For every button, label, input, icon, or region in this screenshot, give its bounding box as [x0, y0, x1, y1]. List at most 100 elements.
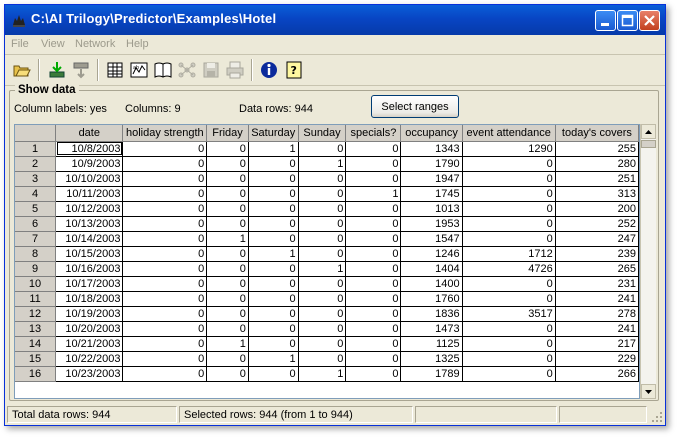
table-cell[interactable]: 0: [298, 186, 347, 202]
table-cell[interactable]: 266: [555, 366, 639, 382]
table-cell[interactable]: 0: [122, 141, 208, 157]
table-cell[interactable]: 10/16/2003: [55, 261, 124, 277]
table-cell[interactable]: 0: [462, 186, 556, 202]
table-cell[interactable]: 255: [555, 141, 639, 157]
book-icon[interactable]: [153, 60, 173, 80]
table-cell[interactable]: 0: [206, 141, 249, 157]
table-cell[interactable]: 0: [248, 291, 299, 307]
table-cell[interactable]: 0: [248, 366, 299, 382]
table-cell[interactable]: 0: [122, 186, 208, 202]
column-header[interactable]: occupancy: [400, 125, 463, 142]
table-cell[interactable]: 313: [555, 186, 639, 202]
table-cell[interactable]: 0: [345, 246, 402, 262]
print-icon[interactable]: [225, 60, 245, 80]
table-cell[interactable]: 0: [248, 306, 299, 322]
table-cell[interactable]: 1790: [400, 156, 463, 172]
table-row[interactable]: 16 10/23/2003 0 0 0 1 0 1789 0 266: [15, 366, 639, 382]
table-cell[interactable]: 1: [298, 261, 347, 277]
column-header[interactable]: Sunday: [298, 125, 347, 142]
table-cell[interactable]: 10/19/2003: [55, 306, 124, 322]
select-ranges-button[interactable]: Select ranges: [371, 95, 459, 118]
table-cell[interactable]: 1: [206, 231, 249, 247]
resize-grip-icon[interactable]: [651, 411, 663, 423]
table-cell[interactable]: 252: [555, 216, 639, 232]
corner-cell[interactable]: [15, 125, 57, 142]
table-cell[interactable]: 1: [248, 141, 299, 157]
title-bar[interactable]: C:\AI Trilogy\Predictor\Examples\Hotel: [5, 5, 665, 35]
table-cell[interactable]: 0: [206, 276, 249, 292]
info-icon[interactable]: [259, 60, 279, 80]
table-cell[interactable]: 1: [206, 336, 249, 352]
table-cell[interactable]: 278: [555, 306, 639, 322]
table-cell[interactable]: 10/22/2003: [55, 351, 124, 367]
table-row[interactable]: 15 10/22/2003 0 0 1 0 0 1325 0 229: [15, 351, 639, 367]
row-header[interactable]: 6: [15, 216, 57, 232]
table-cell[interactable]: 0: [206, 171, 249, 187]
table-cell[interactable]: 0: [122, 336, 208, 352]
help-icon[interactable]: ?: [284, 60, 304, 80]
table-cell[interactable]: 0: [298, 336, 347, 352]
table-cell[interactable]: 1290: [462, 141, 556, 157]
row-header[interactable]: 10: [15, 276, 57, 292]
table-cell[interactable]: 0: [122, 321, 208, 337]
table-cell[interactable]: 1745: [400, 186, 463, 202]
table-cell[interactable]: 3517: [462, 306, 556, 322]
table-cell[interactable]: 0: [298, 216, 347, 232]
scroll-thumb[interactable]: [641, 140, 656, 148]
table-cell[interactable]: 1: [345, 186, 402, 202]
table-cell[interactable]: 0: [298, 171, 347, 187]
scroll-up-button[interactable]: [641, 124, 656, 139]
table-cell[interactable]: 0: [462, 321, 556, 337]
table-cell[interactable]: 0: [248, 336, 299, 352]
table-row[interactable]: 2 10/9/2003 0 0 0 1 0 1790 0 280: [15, 156, 639, 172]
table-row[interactable]: 10 10/17/2003 0 0 0 0 0 1400 0 231: [15, 276, 639, 292]
table-cell[interactable]: 0: [206, 306, 249, 322]
table-cell[interactable]: 0: [462, 201, 556, 217]
table-cell[interactable]: 0: [122, 156, 208, 172]
scroll-down-button[interactable]: [641, 384, 656, 399]
table-cell[interactable]: 0: [122, 351, 208, 367]
table-cell[interactable]: 0: [462, 366, 556, 382]
table-cell[interactable]: 0: [345, 306, 402, 322]
table-cell[interactable]: 1760: [400, 291, 463, 307]
table-cell[interactable]: 241: [555, 321, 639, 337]
table-cell[interactable]: 0: [298, 306, 347, 322]
maximize-button[interactable]: [617, 10, 638, 31]
data-grid-icon[interactable]: [105, 60, 125, 80]
row-header[interactable]: 8: [15, 246, 57, 262]
table-cell[interactable]: 10/14/2003: [55, 231, 124, 247]
table-cell[interactable]: 1343: [400, 141, 463, 157]
table-cell[interactable]: 10/21/2003: [55, 336, 124, 352]
table-cell[interactable]: 0: [248, 171, 299, 187]
table-cell[interactable]: 0: [206, 216, 249, 232]
table-row[interactable]: 14 10/21/2003 0 1 0 0 0 1125 0 217: [15, 336, 639, 352]
table-cell[interactable]: 251: [555, 171, 639, 187]
table-cell[interactable]: 10/18/2003: [55, 291, 124, 307]
table-cell[interactable]: 0: [248, 156, 299, 172]
table-cell[interactable]: 0: [122, 306, 208, 322]
table-cell[interactable]: 0: [248, 216, 299, 232]
table-cell[interactable]: 1404: [400, 261, 463, 277]
table-cell[interactable]: 0: [122, 201, 208, 217]
table-cell[interactable]: 0: [345, 366, 402, 382]
table-cell[interactable]: 0: [345, 216, 402, 232]
table-cell[interactable]: 0: [462, 216, 556, 232]
table-cell[interactable]: 0: [122, 291, 208, 307]
table-cell[interactable]: 0: [462, 156, 556, 172]
row-header[interactable]: 16: [15, 366, 57, 382]
table-cell[interactable]: 1473: [400, 321, 463, 337]
table-cell[interactable]: 0: [345, 261, 402, 277]
table-cell[interactable]: 0: [462, 171, 556, 187]
table-cell[interactable]: 229: [555, 351, 639, 367]
row-header[interactable]: 1: [15, 141, 57, 157]
row-header[interactable]: 7: [15, 231, 57, 247]
table-cell[interactable]: 0: [122, 231, 208, 247]
table-cell[interactable]: 265: [555, 261, 639, 277]
table-row[interactable]: 7 10/14/2003 0 1 0 0 0 1547 0 247: [15, 231, 639, 247]
table-cell[interactable]: 1: [248, 246, 299, 262]
export-icon[interactable]: [71, 60, 91, 80]
row-header[interactable]: 3: [15, 171, 57, 187]
table-cell[interactable]: 200: [555, 201, 639, 217]
table-cell[interactable]: 0: [122, 276, 208, 292]
table-cell[interactable]: 0: [248, 231, 299, 247]
